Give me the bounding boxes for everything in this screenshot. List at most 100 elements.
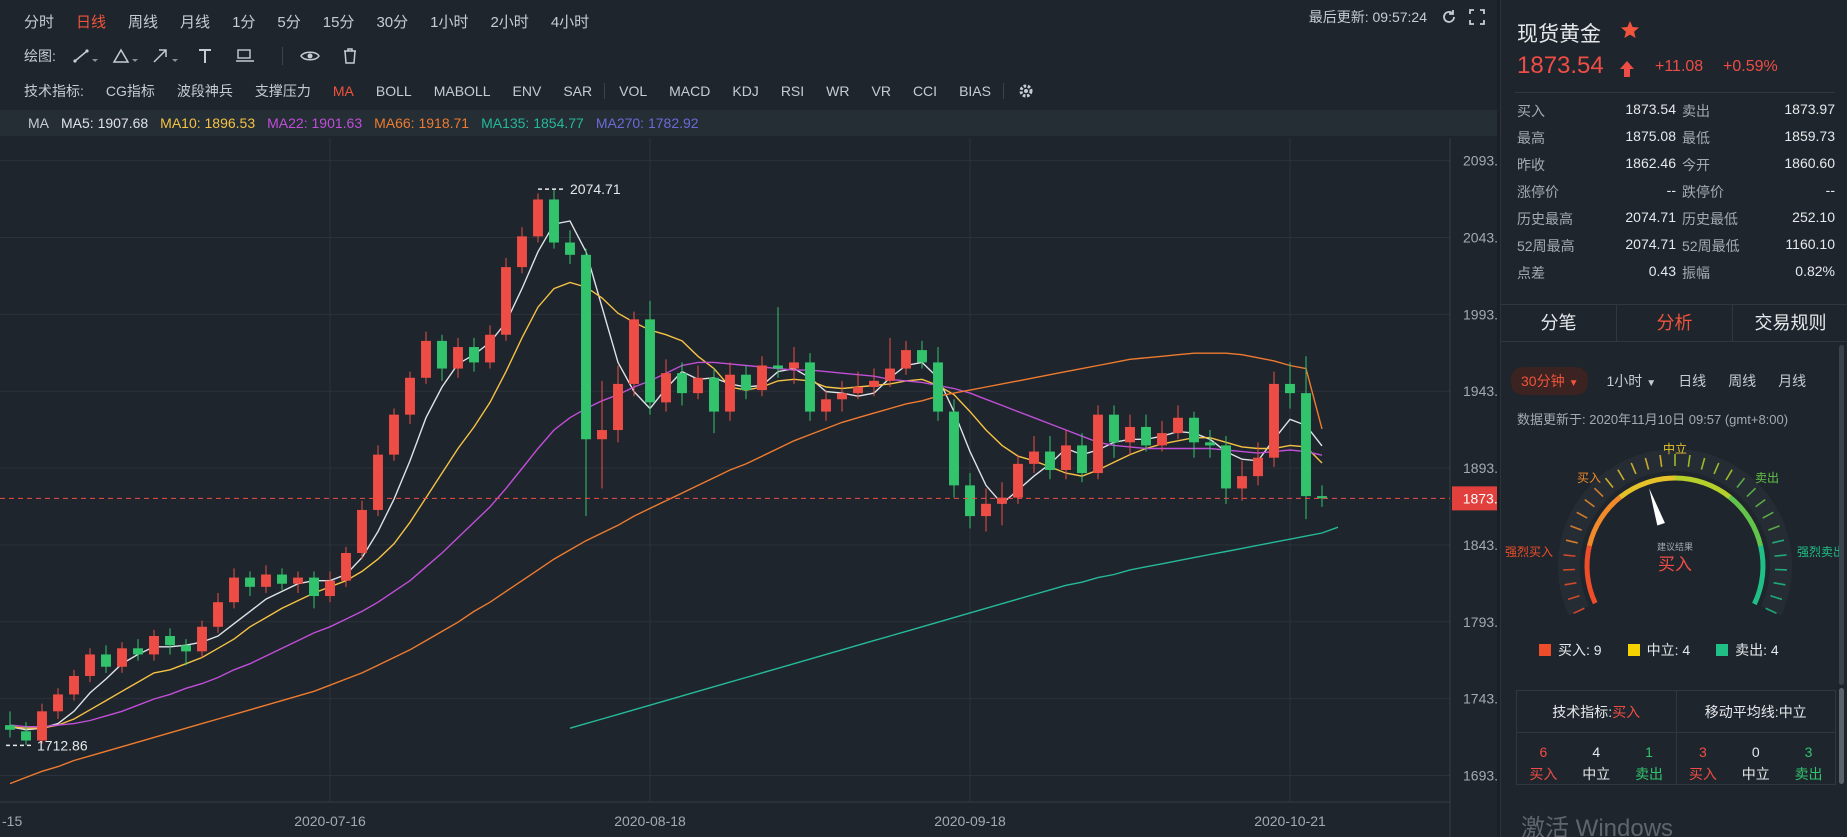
candle[interactable] <box>357 509 367 553</box>
indicator-item[interactable]: CCI <box>913 83 937 99</box>
candle[interactable] <box>149 636 159 655</box>
candle[interactable] <box>821 399 831 412</box>
candle[interactable] <box>869 380 879 387</box>
triangle-tool-icon[interactable] <box>110 46 140 66</box>
indicator-item[interactable]: RSI <box>781 83 804 99</box>
indicator-item[interactable]: CG指标 <box>106 81 155 101</box>
candle[interactable] <box>757 365 767 391</box>
candle[interactable] <box>213 602 223 627</box>
candle[interactable] <box>725 374 735 412</box>
indicator-item[interactable]: MACD <box>669 83 710 99</box>
scrollbar-thumb[interactable] <box>1839 688 1844 784</box>
candle[interactable] <box>437 340 447 369</box>
candle[interactable] <box>1285 383 1295 394</box>
candle[interactable] <box>661 373 671 403</box>
period-tab[interactable]: 15分 <box>323 11 355 32</box>
analysis-timeframe[interactable]: 周线 <box>1728 371 1756 391</box>
candle[interactable] <box>1189 417 1199 443</box>
analysis-timeframe[interactable]: 30分钟 ▼ <box>1511 367 1589 395</box>
analysis-timeframe[interactable]: 月线 <box>1778 371 1806 391</box>
candle[interactable] <box>101 654 111 667</box>
candle[interactable] <box>181 645 191 652</box>
candle[interactable] <box>1173 417 1183 434</box>
candle[interactable] <box>1061 445 1071 470</box>
candle[interactable] <box>741 374 751 391</box>
scrollbar-track[interactable] <box>1839 345 1844 685</box>
candle[interactable] <box>1301 393 1311 497</box>
candle[interactable] <box>21 731 31 741</box>
period-tab[interactable]: 日线 <box>76 11 106 32</box>
candle[interactable] <box>853 387 863 394</box>
period-tab[interactable]: 周线 <box>128 11 158 32</box>
candle[interactable] <box>309 577 319 597</box>
indicator-item[interactable]: KDJ <box>732 83 758 99</box>
candle[interactable] <box>261 574 271 587</box>
candle[interactable] <box>1077 445 1087 474</box>
indicator-item[interactable]: MABOLL <box>434 83 491 99</box>
period-tab[interactable]: 1小时 <box>430 11 468 32</box>
candle[interactable] <box>1205 442 1215 446</box>
candle[interactable] <box>837 393 847 400</box>
candle[interactable] <box>245 577 255 587</box>
indicator-item[interactable]: BOLL <box>376 83 412 99</box>
candle[interactable] <box>1013 463 1023 498</box>
period-tab[interactable]: 5分 <box>277 11 300 32</box>
candle[interactable] <box>485 334 495 363</box>
text-tool-icon[interactable] <box>190 46 220 66</box>
candle[interactable] <box>773 365 783 369</box>
period-tab[interactable]: 2小时 <box>490 11 528 32</box>
candle[interactable] <box>613 383 623 431</box>
candle[interactable] <box>517 236 527 268</box>
candle[interactable] <box>325 580 335 597</box>
indicator-item[interactable]: VOL <box>619 83 647 99</box>
candle[interactable] <box>421 340 431 378</box>
candle[interactable] <box>85 654 95 676</box>
arrow-tool-icon[interactable] <box>150 46 180 66</box>
candle[interactable] <box>389 414 399 455</box>
candle[interactable] <box>1093 414 1103 474</box>
indicator-item[interactable]: 波段神兵 <box>177 81 233 101</box>
panel-tab[interactable]: 分析 <box>1617 305 1733 341</box>
candle[interactable] <box>965 485 975 517</box>
indicator-item[interactable]: MA <box>333 83 354 99</box>
candle[interactable] <box>5 725 15 730</box>
star-icon[interactable] <box>1620 20 1640 40</box>
candle[interactable] <box>1125 426 1135 443</box>
candle[interactable] <box>901 350 911 369</box>
gear-icon[interactable] <box>1018 83 1034 99</box>
candle[interactable] <box>933 362 943 412</box>
fullscreen-icon[interactable] <box>1469 9 1485 25</box>
candle[interactable] <box>1157 433 1167 446</box>
candle[interactable] <box>117 648 127 667</box>
candle[interactable] <box>581 254 591 440</box>
period-tab[interactable]: 30分 <box>376 11 408 32</box>
trash-icon[interactable] <box>335 46 365 66</box>
period-tab[interactable]: 1分 <box>232 11 255 32</box>
candle[interactable] <box>1253 457 1263 477</box>
candle[interactable] <box>693 377 703 394</box>
candle[interactable] <box>1109 414 1119 443</box>
candle[interactable] <box>805 362 815 412</box>
candle[interactable] <box>469 347 479 363</box>
candle[interactable] <box>789 362 799 369</box>
candle[interactable] <box>1029 451 1039 464</box>
refresh-icon[interactable] <box>1441 9 1457 25</box>
candlestick-chart[interactable]: 2093.26 2043.26 1993.26 1943.26 1893.26 1843.… <box>0 138 1497 837</box>
candle[interactable] <box>565 242 575 255</box>
indicator-item[interactable]: ENV <box>513 83 542 99</box>
candle[interactable] <box>1141 426 1151 446</box>
candle[interactable] <box>645 319 655 403</box>
panel-tab[interactable]: 分笔 <box>1501 305 1617 341</box>
line-segment-tool-icon[interactable] <box>70 46 100 66</box>
candle[interactable] <box>277 574 287 584</box>
candle[interactable] <box>917 350 927 363</box>
candle[interactable] <box>885 368 895 381</box>
indicator-item[interactable]: 支撑压力 <box>255 81 311 101</box>
candle[interactable] <box>453 347 463 369</box>
candle[interactable] <box>949 411 959 486</box>
candle[interactable] <box>229 577 239 603</box>
price-label-tool-icon[interactable] <box>230 46 260 66</box>
period-tab[interactable]: 4小时 <box>551 11 589 32</box>
candle[interactable] <box>1269 383 1279 458</box>
period-tab[interactable]: 分时 <box>24 11 54 32</box>
